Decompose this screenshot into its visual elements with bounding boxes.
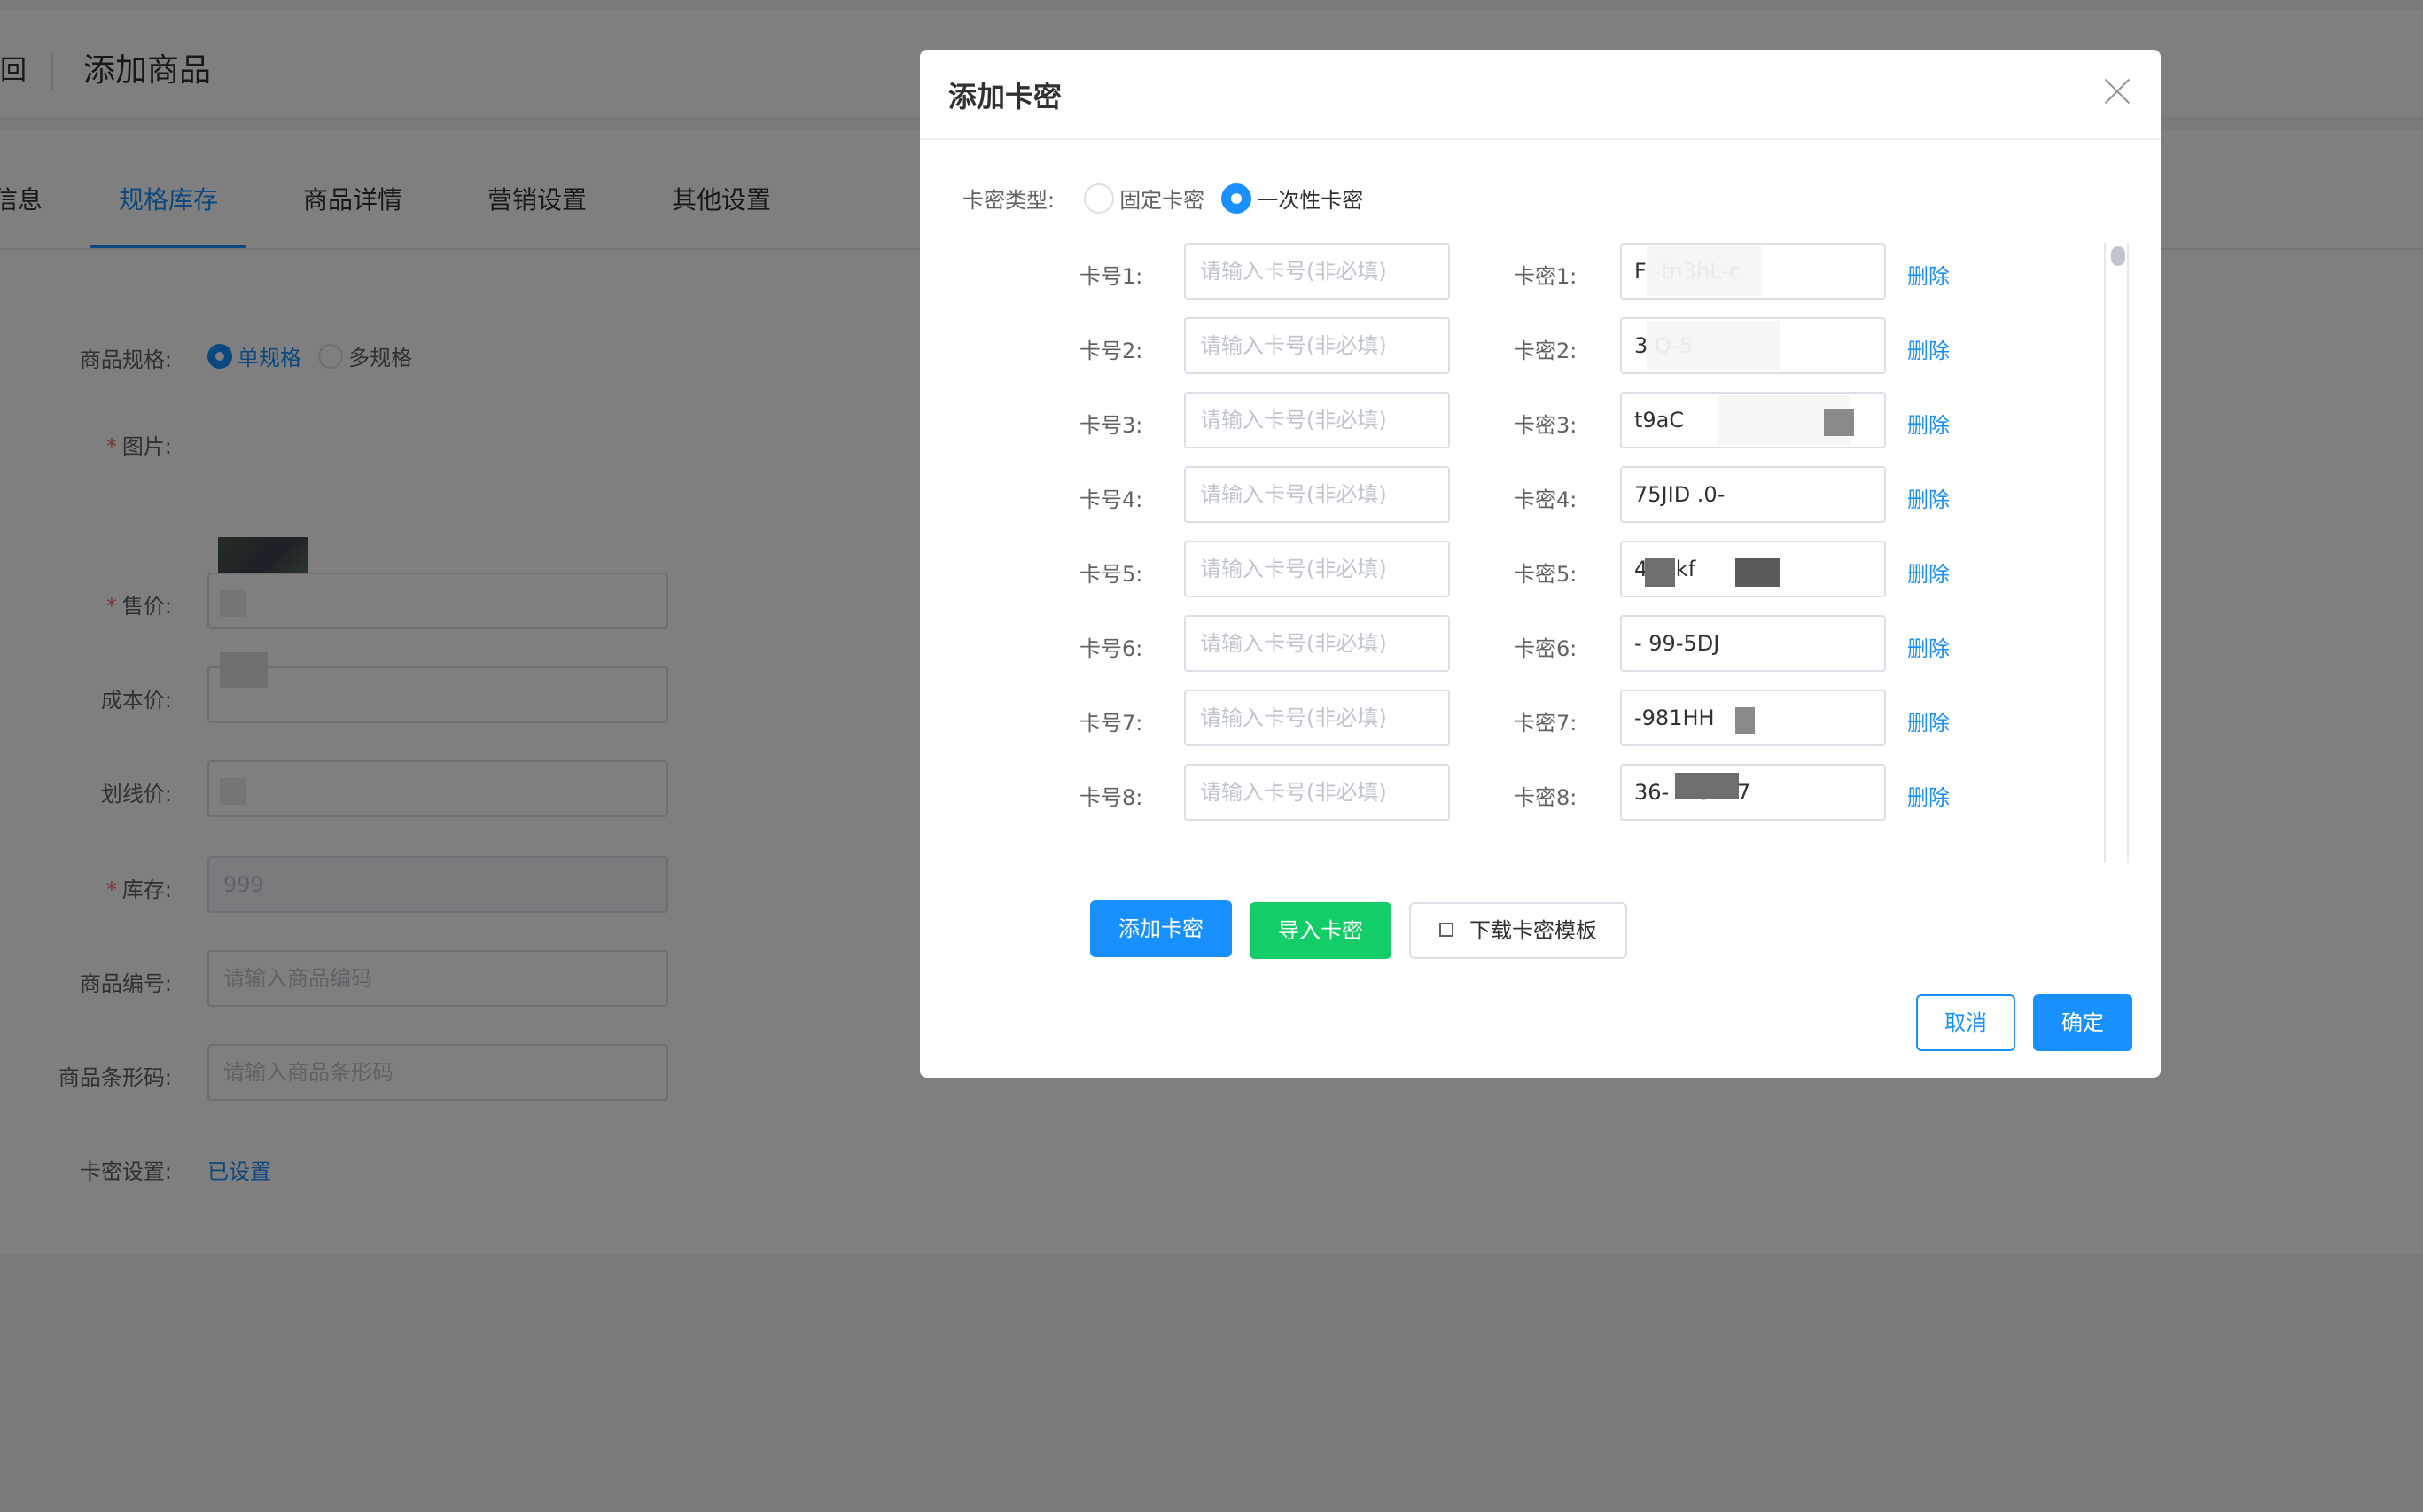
type-once-label: 一次性卡密 (1257, 188, 1364, 213)
dialog-title: 添加卡密 (948, 80, 1063, 113)
card-password-label: 卡密6: (1514, 636, 1578, 661)
card-row: 卡号8: 请输入卡号(非必填) 卡密8: 36- -Z5L27 删除 (1079, 764, 2125, 821)
card-number-input[interactable]: 请输入卡号(非必填) (1184, 466, 1450, 523)
type-fixed-label: 固定卡密 (1119, 188, 1205, 213)
card-number-label: 卡号3: (1079, 413, 1143, 438)
card-type-label: 卡密类型: (962, 188, 1056, 213)
redaction-mask (1647, 246, 1762, 296)
card-number-input[interactable]: 请输入卡号(非必填) (1184, 392, 1450, 448)
card-number-label: 卡号5: (1079, 562, 1143, 587)
card-password-input[interactable]: 36- -Z5L27 (1620, 764, 1886, 821)
scrollbar-thumb[interactable] (2111, 246, 2125, 266)
cancel-button[interactable]: 取消 (1916, 994, 2015, 1051)
redaction-block (1824, 409, 1854, 436)
redaction-block (1735, 558, 1780, 587)
card-number-label: 卡号4: (1079, 487, 1143, 512)
card-row: 卡号4: 请输入卡号(非必填) 卡密4: 75JID .0- 删除 (1079, 466, 2125, 523)
card-password-label: 卡密1: (1514, 264, 1578, 289)
card-password-label: 卡密8: (1514, 785, 1578, 810)
type-once-radio[interactable] (1221, 183, 1252, 214)
redaction-block (1645, 558, 1675, 587)
card-password-label: 卡密3: (1514, 413, 1578, 438)
card-password-label: 卡密5: (1514, 562, 1578, 587)
add-card-button[interactable]: 添加卡密 (1090, 900, 1232, 957)
card-number-input[interactable]: 请输入卡号(非必填) (1184, 541, 1450, 597)
delete-link[interactable]: 删除 (1907, 780, 1950, 811)
card-type-row: 卡密类型: 固定卡密 一次性卡密 (962, 183, 1375, 218)
delete-link[interactable]: 删除 (1907, 333, 1950, 364)
redaction-block (1675, 773, 1739, 799)
download-template-label: 下载卡密模板 (1469, 918, 1597, 943)
card-password-label: 卡密7: (1514, 711, 1578, 736)
card-row: 卡号5: 请输入卡号(非必填) 卡密5: 4- gkf 删除 (1079, 541, 2125, 597)
delete-link[interactable]: 删除 (1907, 631, 1950, 662)
card-number-label: 卡号6: (1079, 636, 1143, 661)
delete-link[interactable]: 删除 (1907, 482, 1950, 513)
delete-link[interactable]: 删除 (1907, 557, 1950, 588)
card-number-input[interactable]: 请输入卡号(非必填) (1184, 764, 1450, 821)
card-number-label: 卡号7: (1079, 711, 1143, 736)
add-card-dialog: 添加卡密 卡密类型: 固定卡密 一次性卡密 卡号1: 请输入卡号(非必填) 卡密… (920, 50, 2161, 1078)
delete-link[interactable]: 删除 (1907, 705, 1950, 737)
card-number-label: 卡号1: (1079, 264, 1143, 289)
card-password-input[interactable]: - 99-5DJ (1620, 615, 1886, 672)
card-number-input[interactable]: 请输入卡号(非必填) (1184, 615, 1450, 672)
delete-link[interactable]: 删除 (1907, 408, 1950, 439)
redaction-mask (1647, 321, 1780, 370)
card-row: 卡号7: 请输入卡号(非必填) 卡密7: -981HH 删除 (1079, 690, 2125, 746)
close-icon[interactable] (2102, 76, 2132, 106)
type-fixed-radio[interactable] (1084, 183, 1115, 214)
delete-link[interactable]: 删除 (1907, 259, 1950, 290)
card-number-input[interactable]: 请输入卡号(非必填) (1184, 243, 1450, 300)
import-card-button[interactable]: 导入卡密 (1250, 902, 1391, 959)
scrollbar-track[interactable] (2104, 243, 2129, 863)
card-password-label: 卡密2: (1514, 339, 1578, 363)
card-number-input[interactable]: 请输入卡号(非必填) (1184, 317, 1450, 374)
confirm-button[interactable]: 确定 (2033, 994, 2132, 1051)
download-icon (1439, 923, 1453, 937)
card-row: 卡号1: 请输入卡号(非必填) 卡密1: F -tn3hL-c 删除 (1079, 243, 2125, 300)
card-row: 卡号2: 请输入卡号(非必填) 卡密2: 3 Q-5 删除 (1079, 317, 2125, 374)
card-number-label: 卡号2: (1079, 339, 1143, 363)
card-list[interactable]: 卡号1: 请输入卡号(非必填) 卡密1: F -tn3hL-c 删除 卡号2: … (1079, 243, 2125, 863)
card-password-label: 卡密4: (1514, 487, 1578, 512)
card-row: 卡号6: 请输入卡号(非必填) 卡密6: - 99-5DJ 删除 (1079, 615, 2125, 672)
card-number-label: 卡号8: (1079, 785, 1143, 810)
redaction-block (1735, 707, 1755, 734)
card-number-input[interactable]: 请输入卡号(非必填) (1184, 690, 1450, 746)
download-template-button[interactable]: 下载卡密模板 (1409, 902, 1627, 959)
card-password-input[interactable]: 75JID .0- (1620, 466, 1886, 523)
card-row: 卡号3: 请输入卡号(非必填) 卡密3: t9aC 删除 (1079, 392, 2125, 448)
dialog-header: 添加卡密 (920, 50, 2161, 140)
